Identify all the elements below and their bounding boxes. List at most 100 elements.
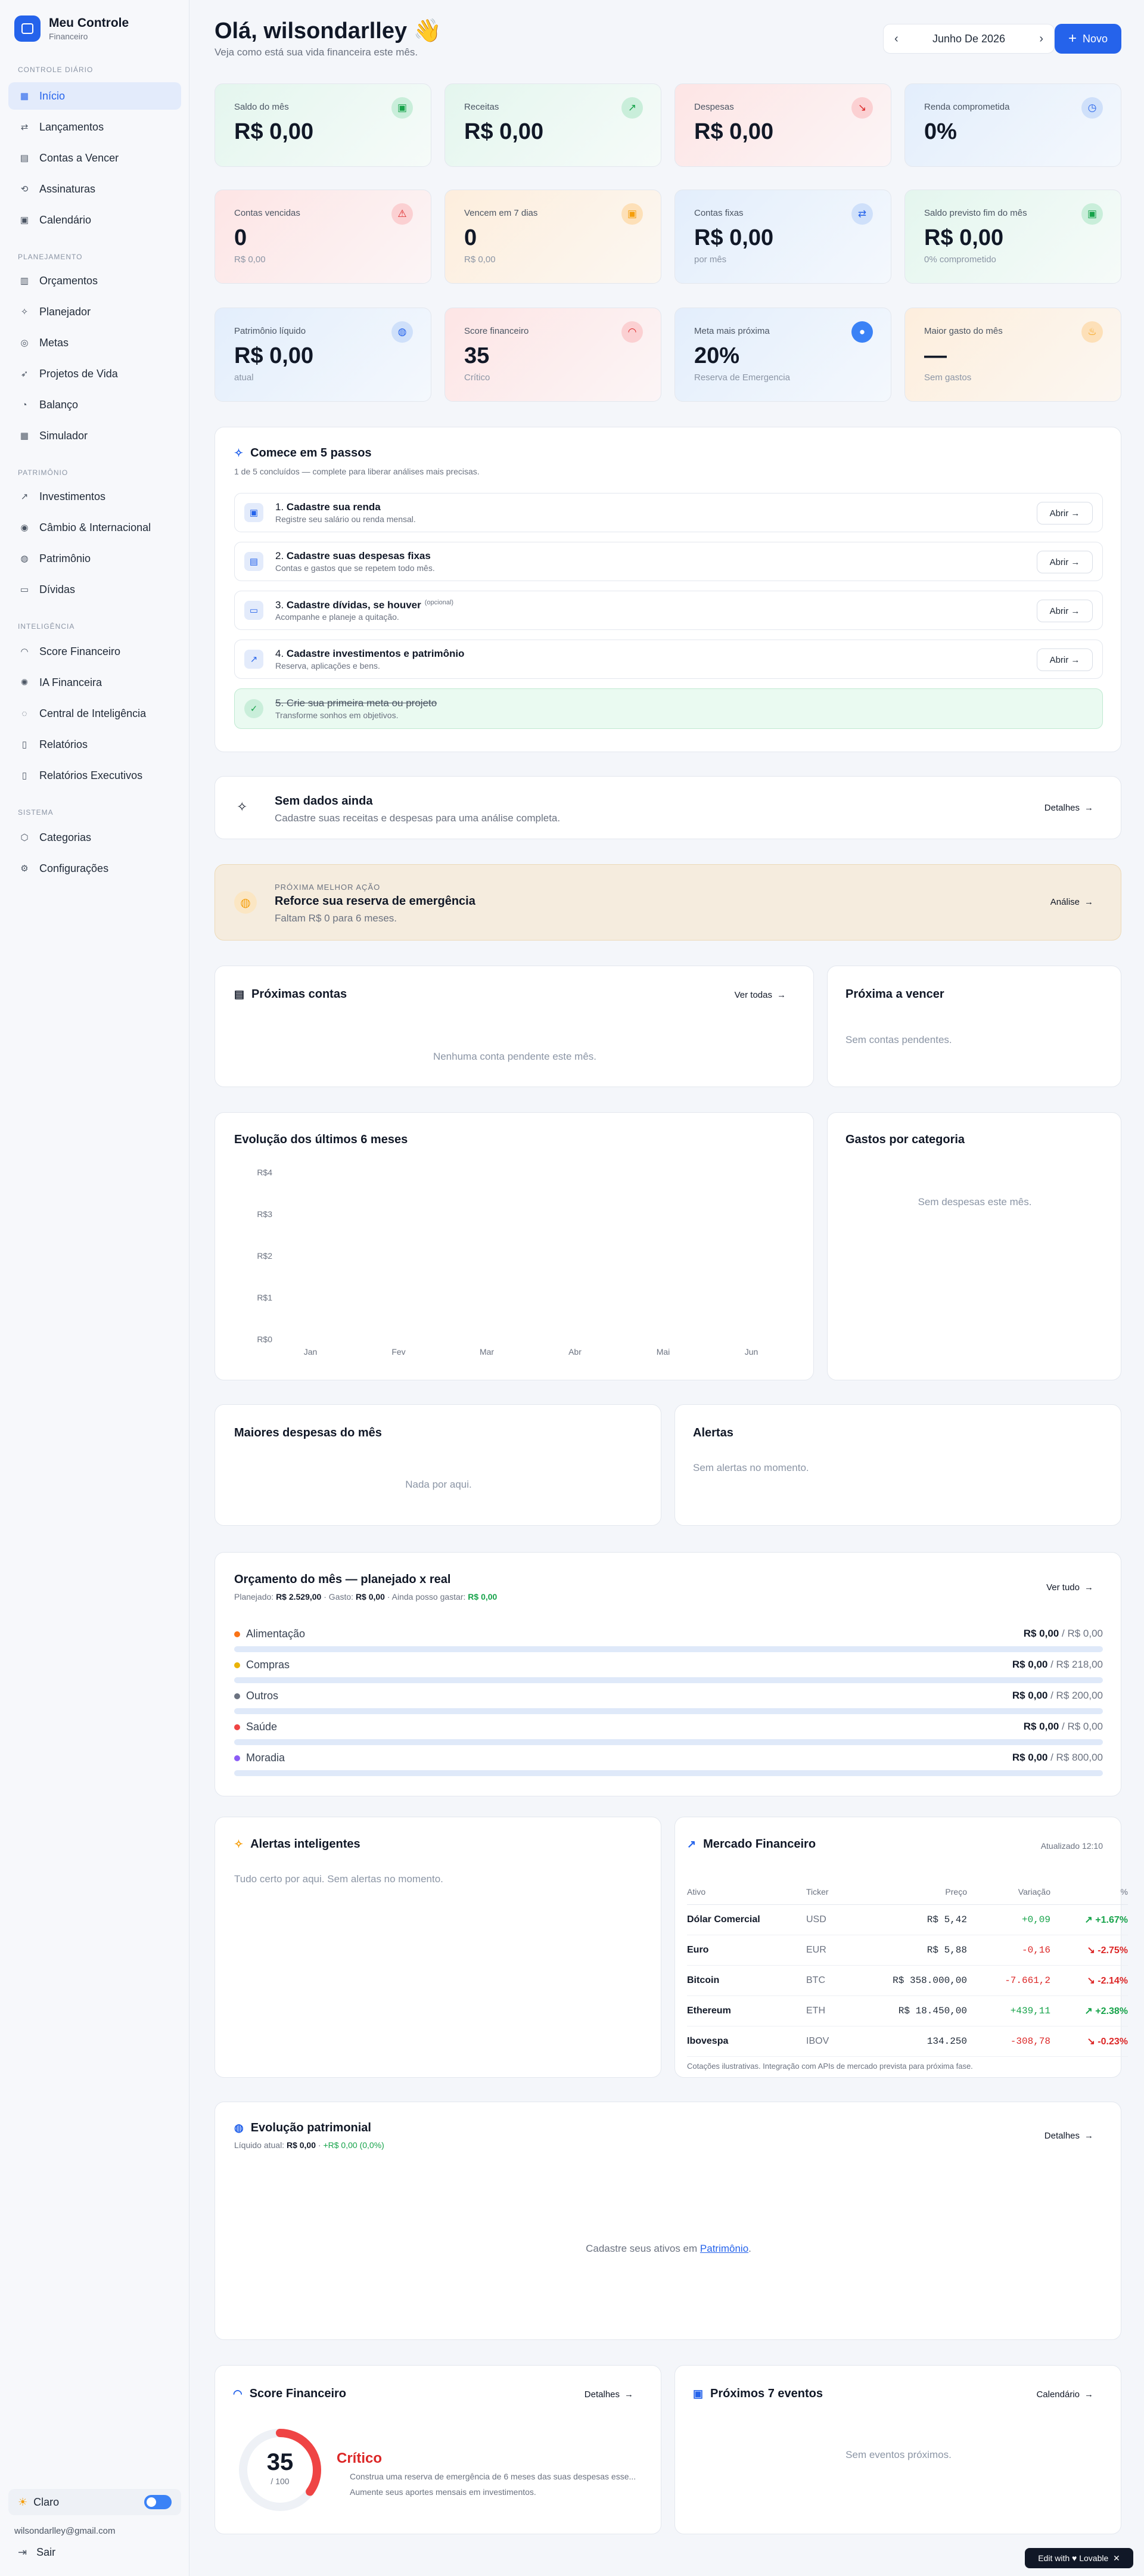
alerts-empty: Sem alertas no momento.	[693, 1462, 809, 1473]
calendar-icon: ▣	[621, 203, 643, 225]
kpi-meta[interactable]: Meta mais próxima 20% Reserva de Emergen…	[674, 308, 891, 402]
kpi-saldo[interactable]: Saldo do mês R$ 0,00 ▣	[214, 83, 431, 167]
sidebar-item-cambio[interactable]: ◉ Câmbio & Internacional	[8, 514, 181, 541]
smart-alerts-title: Alertas inteligentes	[250, 1838, 360, 1851]
tag-icon: ⬡	[20, 833, 29, 843]
events-card: ▣ Próximos 7 eventos Calendário → Sem even…	[674, 2365, 1121, 2534]
upcoming-bills-title: Próximas contas	[251, 988, 347, 1001]
sidebar-item-central[interactable]: ◌ Central de Inteligência	[8, 700, 181, 727]
alerts-title: Alertas	[693, 1426, 733, 1439]
sidebar-item-lancamentos[interactable]: ⇄ Lançamentos	[8, 113, 181, 141]
category-dot	[234, 1662, 240, 1668]
open-step-3-button[interactable]: Abrir →	[1037, 600, 1093, 622]
score-title: Score Financeiro	[249, 2387, 346, 2400]
x-tick-label: Fev	[391, 1347, 405, 1357]
kpi-patrimonio[interactable]: Patrimônio líquido R$ 0,00 atual ◍	[214, 308, 431, 402]
calendar-button[interactable]: Calendário →	[1036, 2389, 1093, 2400]
evolution-chart-card: Evolução dos últimos 6 meses R$0 R$1 R$2 R$…	[214, 1112, 814, 1380]
trending-down-icon: ↘	[1087, 1975, 1095, 1986]
theme-label: Claro	[33, 2496, 60, 2508]
kpi-despesas[interactable]: Despesas R$ 0,00 ↘	[674, 83, 891, 167]
table-row[interactable]: Ethereum ETH R$ 18.450,00 +439,11 ↗ +2.38%	[687, 1995, 1128, 2026]
receipt-icon: ▤	[244, 552, 263, 571]
sidebar-item-balanco[interactable]: ◔ Balanço	[8, 391, 181, 418]
next-action-analysis-button[interactable]: Análise →	[1050, 897, 1093, 907]
sidebar-item-categorias[interactable]: ⬡ Categorias	[8, 824, 181, 851]
sidebar-item-score[interactable]: ◠ Score Financeiro	[8, 638, 181, 665]
score-tip-1: Construa uma reserva de emergência de 6 …	[350, 2472, 636, 2481]
kpi-score[interactable]: Score financeiro 35 Crítico ◠	[444, 308, 661, 402]
table-row[interactable]: Bitcoin BTC R$ 358.000,00 -7.661,2 ↘ -2.14%	[687, 1965, 1128, 1996]
open-step-1-button[interactable]: Abrir →	[1037, 502, 1093, 524]
chevron-right-icon[interactable]: ›	[1039, 32, 1043, 46]
month-label[interactable]: Junho De 2026	[932, 33, 1005, 45]
sidebar-item-patrimonio[interactable]: ◍ Patrimônio	[8, 545, 181, 572]
sidebar-item-metas[interactable]: ◎ Metas	[8, 329, 181, 356]
sidebar-item-investimentos[interactable]: ↗ Investimentos	[8, 483, 181, 510]
logout-icon: ⇥	[18, 2546, 27, 2558]
sidebar-item-dividas[interactable]: ▭ Dívidas	[8, 576, 181, 603]
step-3: ▭ 3. Cadastre dívidas, se houver (opciona…	[234, 591, 1103, 630]
sidebar-item-contas-a-vencer[interactable]: ▤ Contas a Vencer	[8, 144, 181, 172]
kpi-renda-comprometida[interactable]: Renda comprometida 0% ◷	[904, 83, 1121, 167]
sidebar-item-calendario[interactable]: ▣ Calendário	[8, 206, 181, 234]
kpi-maior-gasto[interactable]: Maior gasto do mês — Sem gastos ♨	[904, 308, 1121, 402]
repeat-icon: ⇄	[851, 203, 873, 225]
theme-toggle[interactable]	[144, 2495, 172, 2509]
score-card: ◠ Score Financeiro Detalhes → 35 / 100 Crí…	[214, 2365, 661, 2534]
sidebar-item-projetos-de-vida[interactable]: ➶ Projetos de Vida	[8, 360, 181, 387]
x-tick-label: Jun	[745, 1347, 758, 1357]
kpi-contas-vencidas[interactable]: Contas vencidas 0 R$ 0,00 ⚠	[214, 190, 431, 284]
top-expenses-card: Maiores despesas do mês Nada por aqui.	[214, 1404, 661, 1526]
receipt-icon: ▤	[234, 988, 245, 1000]
sparkles-icon: ✧	[234, 447, 244, 459]
nav-section-daily: Controle diário	[18, 66, 94, 74]
smart-alerts-card: ✧ Alertas inteligentes Tudo certo por aqu…	[214, 1817, 661, 2078]
theme-toggle-row[interactable]: ☀ Claro	[8, 2489, 181, 2515]
open-step-4-button[interactable]: Abrir →	[1037, 648, 1093, 671]
top-expenses-empty: Nada por aqui.	[405, 1479, 472, 1490]
budget-view-all-button[interactable]: Ver tudo →	[1046, 1582, 1093, 1593]
chevron-left-icon[interactable]: ‹	[894, 32, 899, 46]
budget-title: Orçamento do mês — planejado x real	[234, 1573, 451, 1586]
sidebar-item-simulador[interactable]: ▦ Simulador	[8, 422, 181, 449]
kpi-vencem-7-dias[interactable]: Vencem em 7 dias 0 R$ 0,00 ▣	[444, 190, 661, 284]
kpi-receitas[interactable]: Receitas R$ 0,00 ↗	[444, 83, 661, 167]
sidebar-item-planejador[interactable]: ✧ Planejador	[8, 298, 181, 325]
score-details-button[interactable]: Detalhes →	[585, 2389, 633, 2400]
kpi-saldo-previsto[interactable]: Saldo previsto fim do mês R$ 0,00 0% com…	[904, 190, 1121, 284]
category-spend-card: Gastos por categoria Sem despesas este m…	[827, 1112, 1121, 1380]
wallet-icon: ▣	[244, 503, 263, 522]
kpi-contas-fixas[interactable]: Contas fixas R$ 0,00 por mês ⇄	[674, 190, 891, 284]
sidebar-item-relatorios-executivos[interactable]: ▯ Relatórios Executivos	[8, 762, 181, 789]
next-action-desc: Faltam R$ 0 para 6 meses.	[275, 913, 397, 924]
sidebar-item-orcamentos[interactable]: ▥ Orçamentos	[8, 267, 181, 294]
brand[interactable]: Meu Controle Financeiro	[14, 15, 129, 42]
sidebar-item-configuracoes[interactable]: ⚙ Configurações	[8, 855, 181, 882]
sidebar-item-inicio[interactable]: ▦ Início	[8, 82, 181, 110]
sidebar-item-relatorios[interactable]: ▯ Relatórios	[8, 731, 181, 758]
table-row[interactable]: Dólar Comercial USD R$ 5,42 +0,09 ↗ +1.67%	[687, 1904, 1128, 1935]
table-row[interactable]: Euro EUR R$ 5,88 -0,16 ↘ -2.75%	[687, 1935, 1128, 1966]
chart-line-icon: ↗	[687, 1838, 697, 1850]
sidebar-item-assinaturas[interactable]: ⟲ Assinaturas	[8, 175, 181, 203]
view-all-bills-button[interactable]: Ver todas →	[735, 990, 786, 1000]
patrimonial-card: ◍ Evolução patrimonial Líquido atual: R$ …	[214, 2102, 1121, 2340]
events-title: Próximos 7 eventos	[710, 2387, 823, 2400]
patrimonial-details-button[interactable]: Detalhes →	[1044, 2131, 1093, 2141]
no-data-details-button[interactable]: Detalhes →	[1044, 803, 1093, 813]
lovable-badge[interactable]: Edit with ♥ Lovable ✕	[1025, 2548, 1133, 2568]
patrimonio-link[interactable]: Patrimônio	[700, 2243, 748, 2254]
market-updated: Atualizado 12:10	[1040, 1841, 1103, 1851]
market-note: Cotações ilustrativas. Integração com AP…	[687, 2062, 973, 2071]
new-button[interactable]: + Novo	[1055, 24, 1121, 54]
sidebar-item-ia[interactable]: ✺ IA Financeira	[8, 669, 181, 696]
gauge-icon: ◠	[233, 2388, 243, 2400]
top-expenses-title: Maiores despesas do mês	[234, 1426, 382, 1439]
logout-button[interactable]: ⇥ Sair	[18, 2546, 55, 2559]
trending-down-icon: ↘	[1087, 1945, 1095, 1956]
nav-section-planning: Planejamento	[18, 253, 83, 261]
open-step-2-button[interactable]: Abrir →	[1037, 551, 1093, 573]
page-subtitle: Veja como está sua vida financeira este …	[214, 46, 418, 58]
table-row[interactable]: Ibovespa IBOV 134.250 -308,78 ↘ -0.23%	[687, 2026, 1128, 2057]
